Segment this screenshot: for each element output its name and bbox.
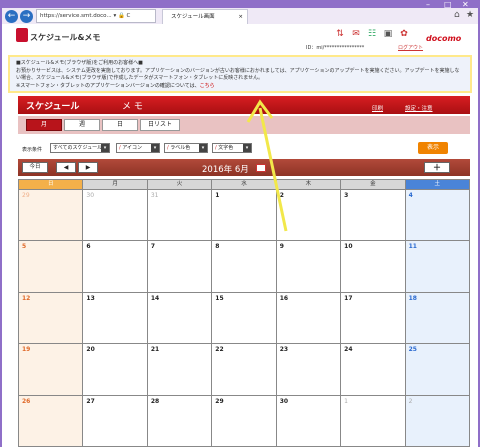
icon-filter-value: アイコン — [122, 145, 143, 151]
calendar-day-cell[interactable]: 1 — [341, 395, 405, 446]
label-color-select[interactable]: / ラベル色 ▾ — [164, 143, 208, 153]
weekday-header: 金 — [341, 180, 405, 189]
pen-icon: / — [167, 145, 169, 151]
calendar-day-cell[interactable]: 25 — [405, 344, 469, 395]
annotation-arrow — [246, 99, 288, 232]
app-title: スケジュール&メモ — [30, 33, 101, 42]
text-color-value: 文字色 — [218, 145, 234, 151]
calendar-day-cell[interactable]: 15 — [212, 292, 276, 344]
view-tab-day-list[interactable]: 日リスト — [140, 119, 180, 131]
add-schedule-button[interactable]: ＋ — [424, 162, 450, 173]
page-content: スケジュール&メモ ⇅ ✉ ☷ ▣ ✿ docomo ID：mi/*******… — [2, 24, 478, 447]
tab-memo[interactable]: メ モ — [122, 99, 143, 112]
list-icon[interactable]: ☷ — [366, 28, 378, 40]
browser-toolbar: ← → https://service.smt.doco... ▾ 🔒 C スケ… — [2, 8, 478, 24]
show-button[interactable]: 表示 — [418, 142, 448, 154]
calendar-day-cell[interactable]: 24 — [341, 344, 405, 395]
calendar-day-cell[interactable]: 14 — [147, 292, 212, 344]
calendar-day-cell[interactable]: 27 — [83, 395, 147, 446]
address-bar[interactable]: https://service.smt.doco... ▾ 🔒 C — [36, 9, 156, 23]
icon-filter-select[interactable]: / アイコン ▾ — [116, 143, 160, 153]
chevron-down-icon: ▾ — [151, 144, 159, 152]
home-icon[interactable]: ⌂ — [454, 10, 460, 20]
calendar-day-cell[interactable]: 26 — [19, 395, 83, 446]
weekday-header: 月 — [83, 180, 147, 189]
address-text: https://service.smt.doco... — [40, 13, 112, 19]
notice-note: ※スマートフォン・タブレットのアプリケーションバージョンの確認については、 — [16, 82, 200, 89]
tab-title: スケジュール画面 — [171, 14, 215, 20]
app-logo-icon — [16, 28, 28, 42]
today-button[interactable]: 今日 — [22, 162, 48, 173]
calendar-day-cell[interactable]: 28 — [147, 395, 212, 446]
calendar-day-cell[interactable]: 18 — [405, 292, 469, 344]
calendar-day-cell[interactable]: 7 — [147, 241, 212, 292]
next-month-button[interactable]: ▶ — [78, 162, 98, 173]
forward-icon[interactable]: → — [20, 10, 33, 23]
calendar-day-cell[interactable]: 2 — [405, 395, 469, 446]
view-tab-month[interactable]: 月 — [26, 119, 62, 131]
calendar-day-cell[interactable]: 19 — [19, 344, 83, 395]
calendar-day-cell[interactable]: 4 — [405, 190, 469, 241]
view-tab-day[interactable]: 日 — [102, 119, 138, 131]
label-color-value: ラベル色 — [170, 145, 191, 151]
calendar-day-cell[interactable]: 9 — [276, 241, 341, 292]
calendar-day-cell[interactable]: 30 — [83, 190, 147, 241]
weekday-header: 土 — [405, 180, 469, 189]
chevron-down-icon: ▾ — [101, 144, 109, 152]
prev-month-button[interactable]: ◀ — [56, 162, 76, 173]
favorites-star-icon[interactable]: ★ — [466, 10, 474, 20]
calendar-day-cell[interactable]: 21 — [147, 344, 212, 395]
print-link[interactable]: 印刷 — [372, 104, 383, 112]
pen-icon: / — [215, 145, 217, 151]
sort-icon[interactable]: ⇅ — [334, 28, 346, 40]
calendar-day-cell[interactable]: 22 — [212, 344, 276, 395]
notice-link[interactable]: こちら — [200, 83, 215, 89]
calendar-day-cell[interactable]: 6 — [83, 241, 147, 292]
calendar-day-cell[interactable]: 31 — [147, 190, 212, 241]
calendar-day-cell[interactable]: 20 — [83, 344, 147, 395]
calendar-day-cell[interactable]: 5 — [19, 241, 83, 292]
view-tab-week[interactable]: 週 — [64, 119, 100, 131]
filter-label: 表示条件 — [22, 147, 43, 153]
calendar-day-cell[interactable]: 10 — [341, 241, 405, 292]
notice-box: ■スケジュール&メモ(ブラウザ版)をご利用のお客様へ■ お預かりサービスは、シス… — [8, 55, 472, 93]
calendar-day-cell[interactable]: 8 — [212, 241, 276, 292]
tab-schedule[interactable]: スケジュール — [26, 99, 79, 112]
tab-close-icon[interactable]: × — [238, 10, 243, 24]
calendar-day-cell[interactable]: 16 — [276, 292, 341, 344]
weekday-header: 日 — [19, 180, 83, 189]
pen-icon: / — [119, 145, 121, 151]
schedule-filter-value: すべてのスケジュール — [53, 145, 103, 151]
calendar-day-cell[interactable]: 23 — [276, 344, 341, 395]
settings-link[interactable]: 設定・注意 — [405, 104, 433, 112]
back-icon[interactable]: ← — [5, 10, 18, 23]
mail-icon[interactable]: ✉ — [350, 28, 362, 40]
schedule-filter-select[interactable]: すべてのスケジュール ▾ — [50, 143, 110, 153]
logout-link[interactable]: ログアウト — [398, 44, 423, 51]
gift-icon[interactable]: ✿ — [398, 28, 410, 40]
sync-icon[interactable]: ▣ — [382, 28, 394, 40]
calendar-day-cell[interactable]: 11 — [405, 241, 469, 292]
calendar-day-cell[interactable]: 17 — [341, 292, 405, 344]
chevron-down-icon: ▾ — [199, 144, 207, 152]
notice-body: お預かりサービスは、システム更改を実施しております。アプリケーションのバージョン… — [16, 67, 460, 82]
calendar-day-cell[interactable]: 3 — [341, 190, 405, 241]
notice-heading: ■スケジュール&メモ(ブラウザ版)をご利用のお客様へ■ — [16, 60, 143, 66]
calendar-day-cell[interactable]: 13 — [83, 292, 147, 344]
browser-tab[interactable]: スケジュール画面 × — [162, 9, 248, 24]
address-bar-icons: ▾ 🔒 C — [113, 13, 131, 19]
calendar-day-cell[interactable]: 12 — [19, 292, 83, 344]
calendar-day-cell[interactable]: 29 — [212, 395, 276, 446]
calendar-day-cell[interactable]: 29 — [19, 190, 83, 241]
docomo-logo: docomo — [426, 34, 462, 43]
weekday-header: 火 — [147, 180, 212, 189]
calendar-day-cell[interactable]: 30 — [276, 395, 341, 446]
user-id: ID：mi/**************** — [306, 45, 365, 51]
